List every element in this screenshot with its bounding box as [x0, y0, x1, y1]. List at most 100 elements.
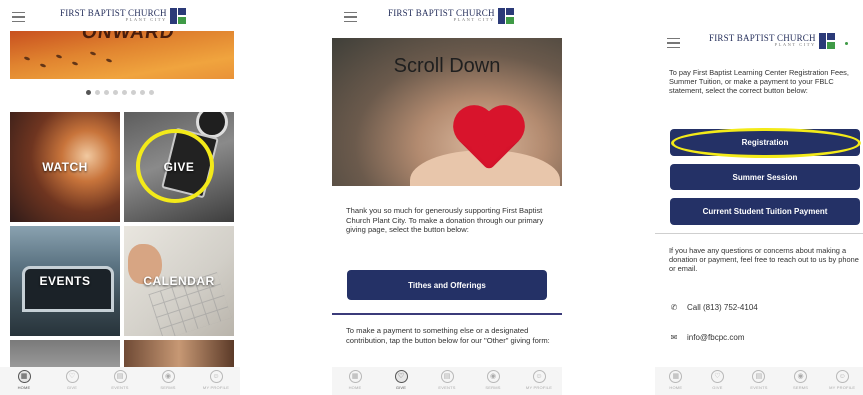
tithes-offerings-button[interactable]: Tithes and Offerings — [347, 270, 547, 300]
tab-give[interactable]: ♡ GIVE — [697, 370, 737, 390]
tuition-payment-button[interactable]: Current Student Tuition Payment — [670, 198, 860, 225]
tab-my-profile[interactable]: ☺ MY PROFILE — [196, 370, 236, 390]
events-label: EVENTS — [39, 274, 91, 288]
tab-give[interactable]: ♡ GIVE — [381, 370, 421, 390]
tab-label: MY PROFILE — [829, 385, 856, 390]
carousel-dot[interactable] — [149, 90, 154, 95]
carousel-dot[interactable] — [104, 90, 109, 95]
tab-label: EVENTS — [438, 385, 456, 390]
hero-title: Scroll Down — [393, 55, 501, 77]
brand-subtitle: PLANT CITY — [125, 17, 167, 22]
questions-text: If you have any questions or concerns ab… — [669, 246, 859, 274]
tab-events[interactable]: ▤ EVENTS — [100, 370, 140, 390]
carousel-dots[interactable] — [0, 90, 240, 95]
carousel-dot[interactable] — [122, 90, 127, 95]
tab-events[interactable]: ▤ EVENTS — [739, 370, 779, 390]
home-icon: ▦ — [348, 370, 362, 383]
brand-logo[interactable]: FIRST BAPTIST CHURCH PLANT CITY — [709, 33, 835, 49]
tab-label: GIVE — [712, 385, 723, 390]
brand-logo[interactable]: FIRST BAPTIST CHURCH PLANT CITY — [60, 8, 186, 24]
car-window-image — [22, 266, 114, 312]
watch-tile[interactable]: WATCH — [10, 112, 120, 222]
email-row[interactable]: ✉ info@fbcpc.com — [669, 332, 745, 342]
play-icon: ◉ — [161, 370, 175, 383]
phone-icon: ✆ — [670, 302, 678, 312]
screen-home-grid: FIRST BAPTIST CHURCH PLANT CITY ONWARD W… — [0, 0, 240, 395]
more-tile-right[interactable] — [124, 340, 234, 370]
tab-label: HOME — [17, 385, 31, 390]
section-divider — [655, 233, 863, 234]
watch-label: WATCH — [42, 160, 88, 174]
status-dot — [845, 42, 848, 45]
calendar-tile[interactable]: CALENDAR — [124, 226, 234, 336]
app-header: FIRST BAPTIST CHURCH PLANT CITY — [332, 0, 562, 34]
give-tile[interactable]: GIVE — [124, 112, 234, 222]
tab-serms[interactable]: ◉ SERMS — [148, 370, 188, 390]
tab-my-profile[interactable]: ☺ MY PROFILE — [822, 370, 862, 390]
tab-label: SERMS — [792, 385, 809, 390]
tab-label: SERMS — [485, 385, 501, 390]
more-tile-left[interactable] — [10, 340, 120, 370]
heart-icon: ♡ — [710, 370, 724, 383]
tab-label: GIVE — [395, 385, 407, 390]
give-intro-text: Thank you so much for generously support… — [346, 206, 544, 234]
screen-fblc-payments: FIRST BAPTIST CHURCH PLANT CITY To pay F… — [655, 0, 863, 395]
bottom-tab-bar: ▦ HOME ♡ GIVE ▤ EVENTS ◉ SERMS ☺ MY PROFILE — [332, 367, 562, 395]
profile-icon: ☺ — [532, 370, 546, 383]
carousel-dot[interactable] — [131, 90, 136, 95]
menu-icon[interactable] — [344, 12, 357, 22]
calendar-icon: ▤ — [752, 370, 766, 383]
heart-icon: ♡ — [394, 370, 408, 383]
carousel-dot[interactable] — [95, 90, 100, 95]
envelope-icon: ✉ — [670, 332, 678, 342]
carousel-dot[interactable] — [113, 90, 118, 95]
bottom-tab-bar: ▦ HOME ♡ GIVE ▤ EVENTS ◉ SERMS ☺ MY PROFILE — [0, 367, 240, 395]
tab-home[interactable]: ▦ HOME — [656, 370, 696, 390]
fblc-intro-text: To pay First Baptist Learning Center Reg… — [669, 68, 849, 96]
tab-home[interactable]: ▦ HOME — [4, 370, 44, 390]
phone-link[interactable]: Call (813) 752-4104 — [687, 303, 758, 312]
calendar-icon: ▤ — [113, 370, 127, 383]
tab-label: HOME — [669, 385, 683, 390]
carousel-dot[interactable] — [86, 90, 91, 95]
tab-label: EVENTS — [750, 385, 768, 390]
tab-my-profile[interactable]: ☺ MY PROFILE — [519, 370, 559, 390]
calendar-icon: ▤ — [440, 370, 454, 383]
registration-button[interactable]: Registration — [670, 129, 860, 156]
events-tile[interactable]: EVENTS — [10, 226, 120, 336]
phone-row[interactable]: ✆ Call (813) 752-4104 — [669, 302, 758, 312]
tab-home[interactable]: ▦ HOME — [335, 370, 375, 390]
screen-give: FIRST BAPTIST CHURCH PLANT CITY Scroll D… — [332, 0, 562, 395]
calendar-label: CALENDAR — [143, 274, 215, 288]
email-link[interactable]: info@fbcpc.com — [687, 333, 744, 342]
carousel-banner[interactable]: ONWARD — [10, 31, 234, 79]
highlight-circle — [136, 129, 214, 203]
brand-logo[interactable]: FIRST BAPTIST CHURCH PLANT CITY — [388, 8, 514, 24]
heart-icon: ♡ — [65, 370, 79, 383]
home-icon: ▦ — [17, 370, 31, 383]
church-logo-icon — [818, 33, 835, 49]
tab-events[interactable]: ▤ EVENTS — [427, 370, 467, 390]
menu-icon[interactable] — [667, 38, 680, 48]
tab-serms[interactable]: ◉ SERMS — [473, 370, 513, 390]
carousel-dot[interactable] — [140, 90, 145, 95]
summer-session-button[interactable]: Summer Session — [670, 164, 860, 190]
brand-subtitle: PLANT CITY — [453, 17, 495, 22]
church-logo-icon — [169, 8, 186, 24]
tab-serms[interactable]: ◉ SERMS — [781, 370, 821, 390]
app-header: FIRST BAPTIST CHURCH PLANT CITY — [655, 0, 863, 49]
home-icon: ▦ — [669, 370, 683, 383]
play-icon: ◉ — [794, 370, 808, 383]
tab-label: MY PROFILE — [525, 385, 553, 390]
tab-label: SERMS — [160, 385, 176, 390]
brand-subtitle: PLANT CITY — [774, 42, 816, 47]
church-logo-icon — [497, 8, 514, 24]
profile-icon: ☺ — [209, 370, 223, 383]
tab-label: HOME — [348, 385, 362, 390]
app-header: FIRST BAPTIST CHURCH PLANT CITY — [0, 0, 240, 34]
tab-label: GIVE — [66, 385, 78, 390]
menu-icon[interactable] — [12, 12, 25, 22]
tab-label: MY PROFILE — [202, 385, 230, 390]
other-giving-text: To make a payment to something else or a… — [346, 326, 550, 345]
tab-give[interactable]: ♡ GIVE — [52, 370, 92, 390]
